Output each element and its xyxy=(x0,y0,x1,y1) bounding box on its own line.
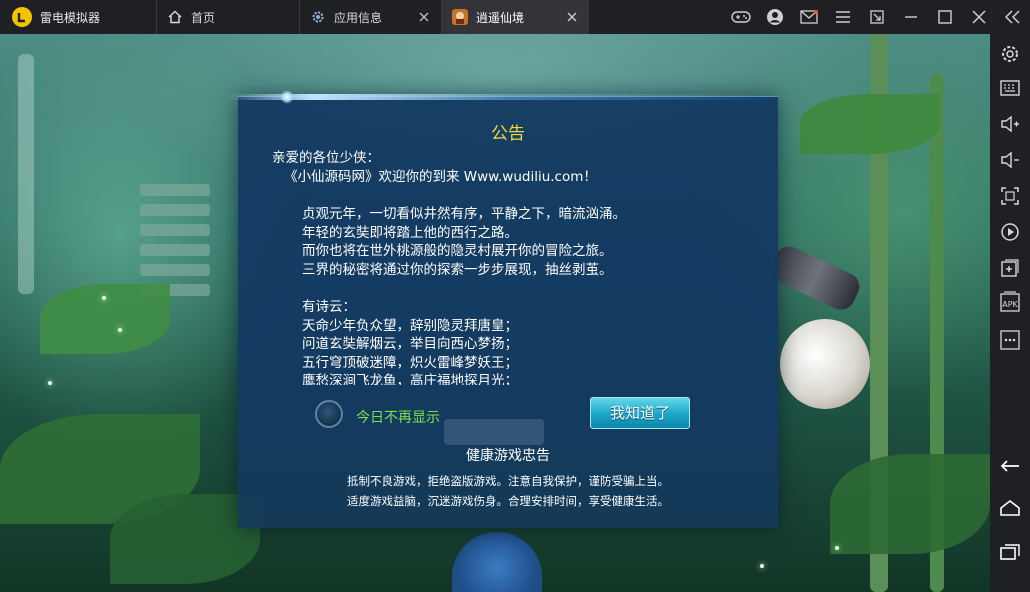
tab-home[interactable]: 首页 xyxy=(156,0,299,34)
keyboard-icon[interactable] xyxy=(998,76,1022,100)
tab-game[interactable]: 逍遥仙境 xyxy=(441,0,589,34)
recent-apps-icon[interactable] xyxy=(998,540,1022,564)
apk-label: APK xyxy=(1002,299,1018,309)
notice-scroll-area[interactable]: 亲爱的各位少侠： 《小仙源码网》欢迎你的到来 Www.wudiliu.com！ … xyxy=(272,149,752,385)
sparkle xyxy=(102,296,106,300)
tab-home-label: 首页 xyxy=(191,10,216,25)
waterfall xyxy=(18,54,34,294)
minimize-icon[interactable] xyxy=(894,0,928,34)
tab-close-icon[interactable] xyxy=(565,10,579,24)
sparkle xyxy=(760,564,764,568)
game-viewport[interactable]: 公告 亲爱的各位少侠： 《小仙源码网》欢迎你的到来 Www.wudiliu.co… xyxy=(0,34,990,592)
panel-glow xyxy=(228,94,788,100)
window-controls xyxy=(724,0,1030,34)
health-line: 适度游戏益脑，沉迷游戏伤身。合理安排时间，享受健康生活。 xyxy=(347,494,669,508)
background-switch-button xyxy=(444,419,544,445)
white-fur xyxy=(780,319,870,409)
story-line: 年轻的玄奘即将踏上他的西行之路。 xyxy=(302,224,518,241)
poem-line: 问道玄奘解烟云，举目向西心梦扬； xyxy=(302,336,518,352)
dialog-title: 公告 xyxy=(491,124,525,144)
foliage xyxy=(800,94,940,154)
dont-show-label[interactable]: 今日不再显示 xyxy=(356,407,440,427)
health-line: 抵制不良游戏，拒绝盗版游戏。注意自我保护，谨防受骗上当。 xyxy=(347,474,669,488)
notice-greeting: 亲爱的各位少侠： xyxy=(272,150,380,166)
dont-show-checkbox[interactable] xyxy=(315,400,343,428)
glow-star-icon xyxy=(280,90,294,104)
foliage xyxy=(40,284,170,354)
menu-icon[interactable] xyxy=(826,0,860,34)
background-play-button xyxy=(452,532,542,592)
ok-button[interactable]: 我知道了 xyxy=(590,397,690,429)
scroll-tube xyxy=(766,241,864,315)
settings-gear-icon xyxy=(310,9,326,25)
ldplayer-logo-icon xyxy=(12,7,32,27)
tab-close-icon[interactable] xyxy=(417,10,431,24)
tab-game-label: 逍遥仙境 xyxy=(476,10,525,25)
fullscreen-icon[interactable] xyxy=(998,184,1022,208)
health-title: 健康游戏忠告 xyxy=(466,448,550,464)
volume-up-icon[interactable] xyxy=(998,112,1022,136)
poem-line: 天命少年负众望，辞别隐灵拜唐皇； xyxy=(302,317,518,334)
more-icon[interactable] xyxy=(998,328,1022,352)
back-icon[interactable] xyxy=(998,454,1022,478)
poem-title: 有诗云： xyxy=(302,299,356,315)
sparkle xyxy=(48,381,52,385)
home-icon[interactable] xyxy=(998,496,1022,520)
add-app-icon[interactable] xyxy=(998,256,1022,280)
settings-icon[interactable] xyxy=(998,42,1022,66)
tab-app-info-label: 应用信息 xyxy=(334,10,383,25)
story-line: 贞观元年，一切看似井然有序，平静之下，暗流汹涌。 xyxy=(302,206,626,222)
title-bar: 雷电模拟器 首页 应用信息 逍遥仙境 xyxy=(0,0,1030,34)
app-name: 雷电模拟器 xyxy=(40,10,101,25)
record-icon[interactable] xyxy=(998,220,1022,244)
notice-welcome: 《小仙源码网》欢迎你的到来 Www.wudiliu.com！ xyxy=(284,168,597,185)
tab-app-info[interactable]: 应用信息 xyxy=(299,0,441,34)
close-icon[interactable] xyxy=(962,0,996,34)
foliage xyxy=(830,454,990,554)
story-line: 而你也将在世外桃源般的隐灵村展开你的冒险之旅。 xyxy=(302,243,613,259)
game-app-icon xyxy=(452,9,468,25)
gamepad-icon[interactable] xyxy=(724,0,758,34)
poem-line: 鹰愁深涧飞龙鱼，高庄福地探月光； xyxy=(302,373,518,385)
collapse-sidebar-icon[interactable] xyxy=(996,0,1030,34)
app-brand: 雷电模拟器 xyxy=(0,0,156,34)
announcement-dialog: 公告 亲爱的各位少侠： 《小仙源码网》欢迎你的到来 Www.wudiliu.co… xyxy=(228,90,788,528)
poem-line: 五行穹顶破迷障，炽火雷峰梦妖王； xyxy=(302,354,518,371)
user-avatar-icon[interactable] xyxy=(758,0,792,34)
right-toolbar: APK xyxy=(990,34,1030,592)
sparkle xyxy=(118,328,122,332)
story-line: 三界的秘密将通过你的探索一步步展现，抽丝剥茧。 xyxy=(302,261,613,278)
maximize-icon[interactable] xyxy=(928,0,962,34)
home-icon xyxy=(167,9,183,25)
restore-icon[interactable] xyxy=(860,0,894,34)
volume-down-icon[interactable] xyxy=(998,148,1022,172)
sparkle xyxy=(835,546,839,550)
apk-install-icon[interactable]: APK xyxy=(998,290,1022,314)
mail-icon[interactable] xyxy=(792,0,826,34)
